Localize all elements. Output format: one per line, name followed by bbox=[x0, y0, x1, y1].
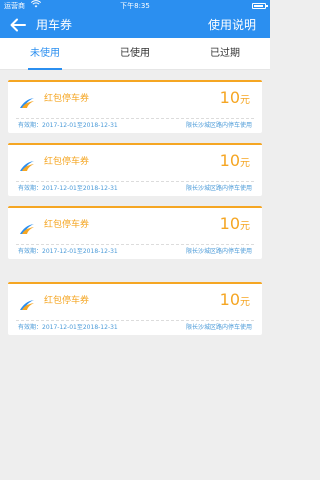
coupon-card[interactable]: 红包停车券 10元 有效期：2017-12-01至2018-12-31 限长沙城… bbox=[8, 143, 262, 196]
coupon-amount: 10元 bbox=[219, 214, 250, 233]
coupon-name: 红包停车券 bbox=[44, 157, 90, 167]
back-arrow-icon[interactable] bbox=[8, 15, 28, 35]
app-header: 运营商 下午8:35 用车券 使用说明 bbox=[0, 0, 270, 38]
coupon-validity: 有效期：2017-12-01至2018-12-31 bbox=[18, 185, 118, 192]
navigation-bar: 用车券 使用说明 bbox=[0, 12, 270, 38]
coupon-amount: 10元 bbox=[219, 290, 250, 309]
coupon-scope: 限长沙城区路内停车使用 bbox=[185, 248, 252, 255]
coupon-card[interactable]: 红包停车券 10元 有效期：2017-12-01至2018-12-31 限长沙城… bbox=[8, 282, 262, 335]
tab-unused[interactable]: 未使用 bbox=[0, 38, 90, 70]
coupon-scope: 限长沙城区路内停车使用 bbox=[185, 122, 252, 129]
coupon-logo-icon bbox=[19, 94, 35, 108]
usage-instructions-button[interactable]: 使用说明 bbox=[208, 17, 256, 33]
tab-expired[interactable]: 已过期 bbox=[180, 38, 270, 70]
coupon-divider bbox=[16, 118, 254, 119]
coupon-amount: 10元 bbox=[219, 88, 250, 107]
coupon-logo-icon bbox=[19, 157, 35, 171]
coupon-card[interactable]: 红包停车券 10元 有效期：2017-12-01至2018-12-31 限长沙城… bbox=[8, 80, 262, 133]
coupon-card[interactable]: 红包停车券 10元 有效期：2017-12-01至2018-12-31 限长沙城… bbox=[8, 206, 262, 259]
coupon-amount: 10元 bbox=[219, 151, 250, 170]
coupon-validity: 有效期：2017-12-01至2018-12-31 bbox=[18, 324, 118, 331]
coupon-validity: 有效期：2017-12-01至2018-12-31 bbox=[18, 248, 118, 255]
page-title: 用车券 bbox=[36, 18, 73, 32]
coupon-divider bbox=[16, 244, 254, 245]
coupon-scope: 限长沙城区路内停车使用 bbox=[185, 324, 252, 331]
coupon-name: 红包停车券 bbox=[44, 296, 90, 306]
status-time: 下午8:35 bbox=[120, 2, 150, 10]
coupon-status-tabs: 未使用 已使用 已过期 bbox=[0, 38, 270, 70]
coupon-divider bbox=[16, 181, 254, 182]
coupon-logo-icon bbox=[19, 220, 35, 234]
coupon-name: 红包停车券 bbox=[44, 220, 90, 230]
coupon-scope: 限长沙城区路内停车使用 bbox=[185, 185, 252, 192]
coupon-name: 红包停车券 bbox=[44, 94, 90, 104]
status-bar: 运营商 下午8:35 bbox=[0, 0, 270, 12]
tab-used[interactable]: 已使用 bbox=[90, 38, 180, 70]
battery-icon bbox=[252, 3, 268, 9]
coupon-logo-icon bbox=[19, 296, 35, 310]
coupon-divider bbox=[16, 320, 254, 321]
coupon-validity: 有效期：2017-12-01至2018-12-31 bbox=[18, 122, 118, 129]
